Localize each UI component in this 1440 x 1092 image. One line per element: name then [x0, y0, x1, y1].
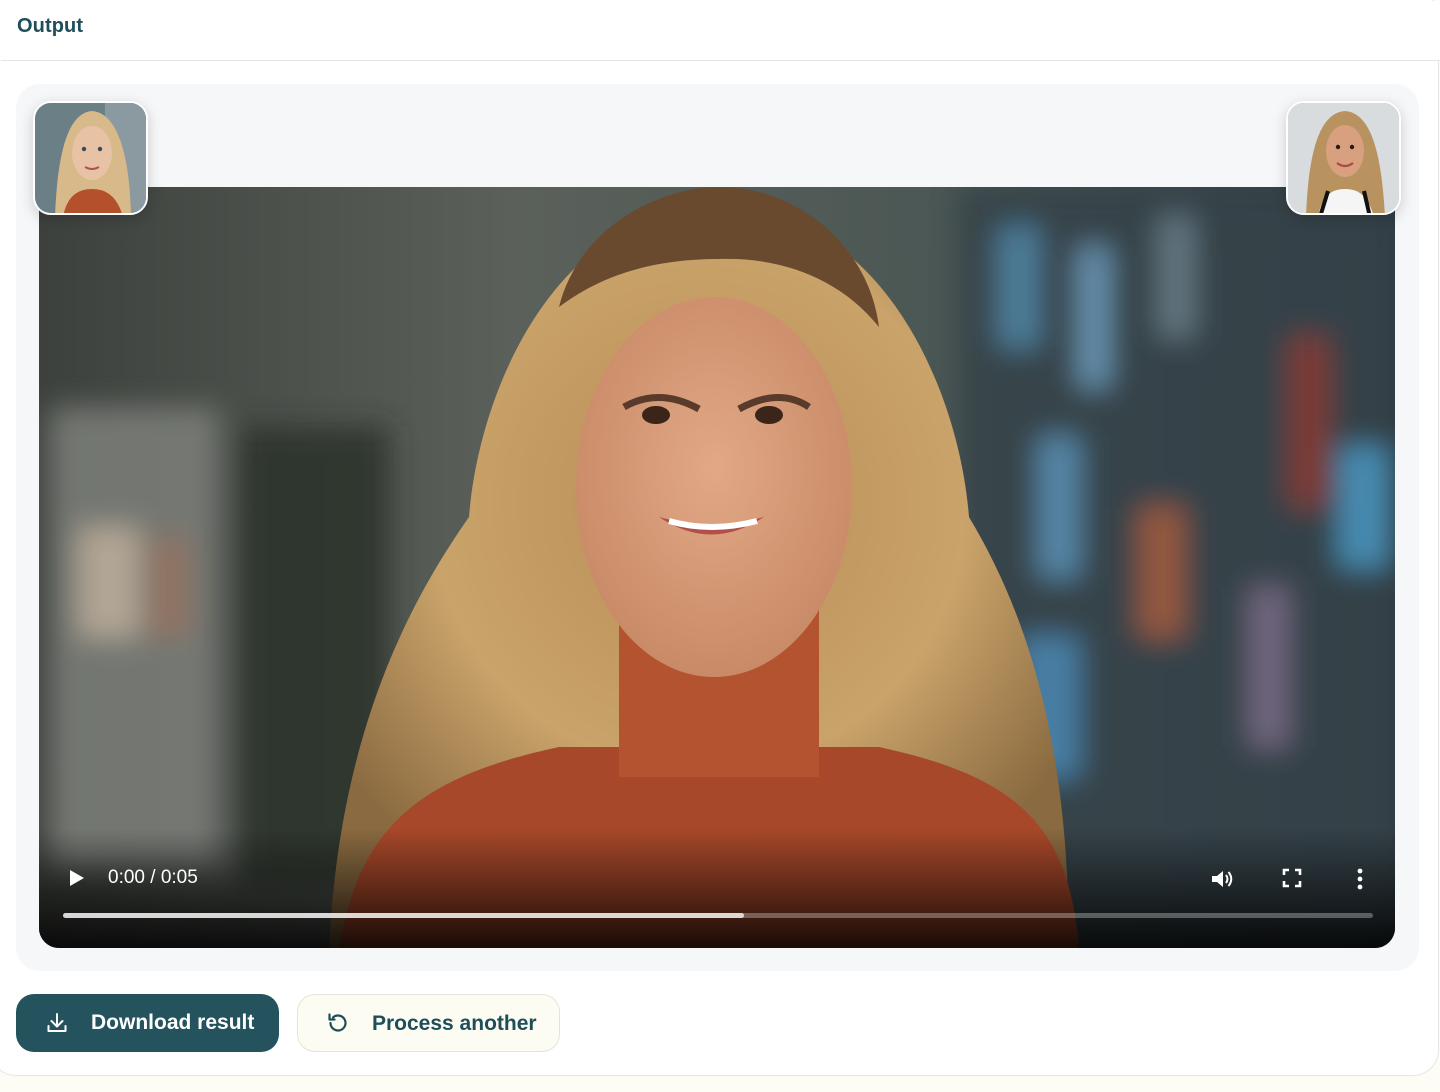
process-another-label: Process another	[372, 1012, 537, 1035]
time-display: 0:00 / 0:05	[108, 867, 198, 888]
download-icon	[47, 1013, 67, 1032]
panel-title: Output	[17, 15, 84, 37]
source-face-thumbnail	[33, 101, 148, 215]
more-options-button[interactable]	[1351, 867, 1369, 891]
download-result-label: Download result	[91, 1011, 255, 1034]
fullscreen-button[interactable]	[1281, 867, 1303, 889]
volume-icon	[1212, 871, 1233, 887]
seek-bar-buffered	[63, 913, 745, 918]
video-player[interactable]: 0:00 / 0:05	[39, 187, 1395, 948]
refresh-icon	[328, 1013, 347, 1032]
source-face-image	[35, 103, 146, 213]
download-result-button[interactable]: Download result	[16, 994, 279, 1052]
play-icon	[70, 870, 84, 886]
target-face-thumbnail	[1286, 101, 1401, 215]
card-header: Output	[1, 1, 1440, 61]
target-face-image	[1288, 103, 1399, 213]
controls-overlay	[39, 828, 1395, 948]
seek-bar[interactable]	[63, 913, 1373, 918]
play-button[interactable]	[65, 867, 87, 889]
volume-button[interactable]	[1209, 867, 1235, 891]
more-vertical-icon	[1357, 868, 1363, 890]
fullscreen-icon	[1282, 868, 1302, 888]
process-another-button[interactable]: Process another	[297, 994, 560, 1052]
